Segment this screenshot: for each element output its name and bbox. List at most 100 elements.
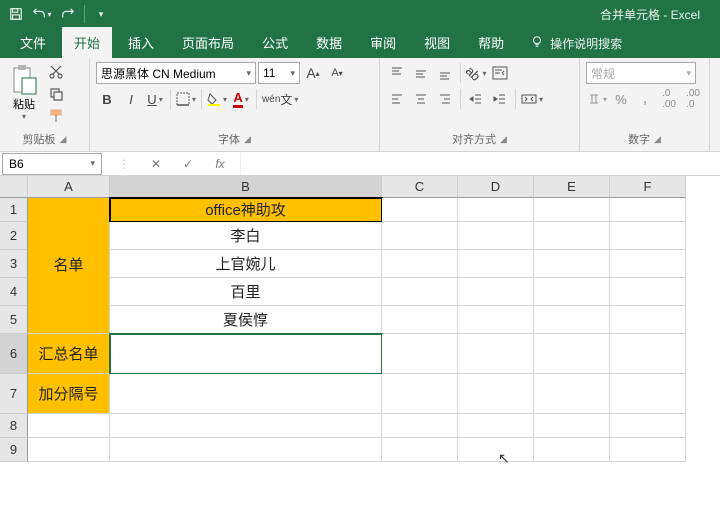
currency-icon[interactable]: ▾ xyxy=(586,88,608,110)
lightbulb-icon xyxy=(530,35,544,52)
number-launcher-icon[interactable]: ◢ xyxy=(654,134,661,145)
align-top-icon[interactable] xyxy=(386,62,408,84)
undo-icon[interactable]: ▾ xyxy=(30,2,54,26)
row-header-8[interactable]: 8 xyxy=(0,414,28,438)
align-center-icon[interactable] xyxy=(410,88,432,110)
grid: 1 2 3 4 5 6 7 8 9 office神助攻 李白 名单 上官婉儿 xyxy=(0,198,720,462)
fx-icon[interactable]: fx xyxy=(208,157,232,171)
tell-me-search[interactable]: 操作说明搜索 xyxy=(520,29,632,58)
bold-button[interactable]: B xyxy=(96,88,118,110)
cell-B2[interactable]: 李白 xyxy=(110,222,382,250)
cell-B6[interactable] xyxy=(110,334,382,374)
name-box[interactable]: B6▾ xyxy=(2,153,102,175)
underline-button[interactable]: U▾ xyxy=(144,88,166,110)
italic-button[interactable]: I xyxy=(120,88,142,110)
format-painter-icon[interactable] xyxy=(46,106,66,126)
cell-A6[interactable]: 汇总名单 xyxy=(28,334,110,374)
cell-A-merged[interactable]: 名单 xyxy=(28,250,110,278)
col-header-A[interactable]: A xyxy=(28,176,110,198)
group-alignment: ab▾ ▾ 对齐方式◢ xyxy=(380,58,580,151)
increase-font-icon[interactable]: A▴ xyxy=(302,62,324,84)
qat-customize-icon[interactable]: ▾ xyxy=(89,2,113,26)
col-header-B[interactable]: B xyxy=(110,176,382,198)
border-button[interactable]: ▾ xyxy=(175,88,197,110)
tab-review[interactable]: 审阅 xyxy=(358,27,408,58)
window-title: 合并单元格 - Excel xyxy=(113,6,716,23)
enter-icon[interactable]: ✓ xyxy=(176,157,200,171)
align-middle-icon[interactable] xyxy=(410,62,432,84)
tab-home[interactable]: 开始 xyxy=(62,27,112,58)
phonetic-button[interactable]: wén文▾ xyxy=(261,88,299,110)
row-header-9[interactable]: 9 xyxy=(0,438,28,462)
ribbon: 粘贴 ▾ 剪贴板◢ 思源黑体 CN Medium▾ 11▾ A▴ A▾ B I … xyxy=(0,58,720,152)
cut-icon[interactable] xyxy=(46,62,66,82)
group-number: 常规▾ ▾ % , .0.00 .00.0 数字◢ xyxy=(580,58,710,151)
select-all-corner[interactable] xyxy=(0,176,28,198)
row-header-2[interactable]: 2 xyxy=(0,222,28,250)
fill-color-button[interactable]: ▾ xyxy=(206,88,228,110)
cell-D1[interactable] xyxy=(458,198,534,222)
tab-formulas[interactable]: 公式 xyxy=(250,27,300,58)
wrap-text-icon[interactable] xyxy=(489,62,511,84)
align-bottom-icon[interactable] xyxy=(434,62,456,84)
row-header-6[interactable]: 6 xyxy=(0,334,28,374)
tab-file[interactable]: 文件 xyxy=(8,27,58,58)
cell-B5[interactable]: 夏侯惇 xyxy=(110,306,382,334)
cancel-icon[interactable]: ✕ xyxy=(144,157,168,171)
cell-A7[interactable]: 加分隔号 xyxy=(28,374,110,414)
paste-button[interactable]: 粘贴 ▾ xyxy=(6,62,42,121)
tab-data[interactable]: 数据 xyxy=(304,27,354,58)
font-launcher-icon[interactable]: ◢ xyxy=(244,134,251,145)
col-header-D[interactable]: D xyxy=(458,176,534,198)
decrease-font-icon[interactable]: A▾ xyxy=(326,62,348,84)
column-header-row: A B C D E F xyxy=(0,176,720,198)
group-font: 思源黑体 CN Medium▾ 11▾ A▴ A▾ B I U▾ ▾ ▾ A▾ … xyxy=(90,58,380,151)
cell-B1[interactable]: office神助攻 xyxy=(110,198,382,222)
col-header-C[interactable]: C xyxy=(382,176,458,198)
align-left-icon[interactable] xyxy=(386,88,408,110)
decrease-decimal-icon[interactable]: .00.0 xyxy=(682,88,704,110)
redo-icon[interactable] xyxy=(56,2,80,26)
row-header-4[interactable]: 4 xyxy=(0,278,28,306)
font-size-combo[interactable]: 11▾ xyxy=(258,62,300,84)
cell-A2[interactable] xyxy=(28,222,110,250)
font-color-button[interactable]: A▾ xyxy=(230,88,252,110)
save-icon[interactable] xyxy=(4,2,28,26)
cell-B4[interactable]: 百里 xyxy=(110,278,382,306)
row-header-7[interactable]: 7 xyxy=(0,374,28,414)
copy-icon[interactable] xyxy=(46,84,66,104)
title-bar: ▾ ▾ 合并单元格 - Excel xyxy=(0,0,720,28)
ribbon-tabs: 文件 开始 插入 页面布局 公式 数据 审阅 视图 帮助 操作说明搜索 xyxy=(0,28,720,58)
tab-view[interactable]: 视图 xyxy=(412,27,462,58)
percent-icon[interactable]: % xyxy=(610,88,632,110)
decrease-indent-icon[interactable] xyxy=(465,88,487,110)
clipboard-launcher-icon[interactable]: ◢ xyxy=(60,134,67,145)
increase-indent-icon[interactable] xyxy=(489,88,511,110)
row-header-1[interactable]: 1 xyxy=(0,198,28,222)
orientation-icon[interactable]: ab▾ xyxy=(465,62,487,84)
increase-decimal-icon[interactable]: .0.00 xyxy=(658,88,680,110)
comma-icon[interactable]: , xyxy=(634,88,656,110)
namebox-sep: ⋮ xyxy=(112,157,136,171)
cell-F1[interactable] xyxy=(610,198,686,222)
cell-B3[interactable]: 上官婉儿 xyxy=(110,250,382,278)
tab-help[interactable]: 帮助 xyxy=(466,27,516,58)
font-name-combo[interactable]: 思源黑体 CN Medium▾ xyxy=(96,62,256,84)
align-launcher-icon[interactable]: ◢ xyxy=(500,134,507,145)
merge-button[interactable]: ▾ xyxy=(520,88,544,110)
align-right-icon[interactable] xyxy=(434,88,456,110)
cell-A1[interactable] xyxy=(28,198,110,222)
group-clipboard: 粘贴 ▾ 剪贴板◢ xyxy=(0,58,90,151)
cell-C1[interactable] xyxy=(382,198,458,222)
quick-access-toolbar: ▾ ▾ xyxy=(4,2,113,26)
cursor-icon: ↖ xyxy=(498,450,510,467)
formula-bar[interactable] xyxy=(240,153,720,175)
cell-E1[interactable] xyxy=(534,198,610,222)
tab-layout[interactable]: 页面布局 xyxy=(170,27,246,58)
row-header-3[interactable]: 3 xyxy=(0,250,28,278)
tab-insert[interactable]: 插入 xyxy=(116,27,166,58)
row-header-5[interactable]: 5 xyxy=(0,306,28,334)
number-format-combo[interactable]: 常规▾ xyxy=(586,62,696,84)
col-header-E[interactable]: E xyxy=(534,176,610,198)
col-header-F[interactable]: F xyxy=(610,176,686,198)
